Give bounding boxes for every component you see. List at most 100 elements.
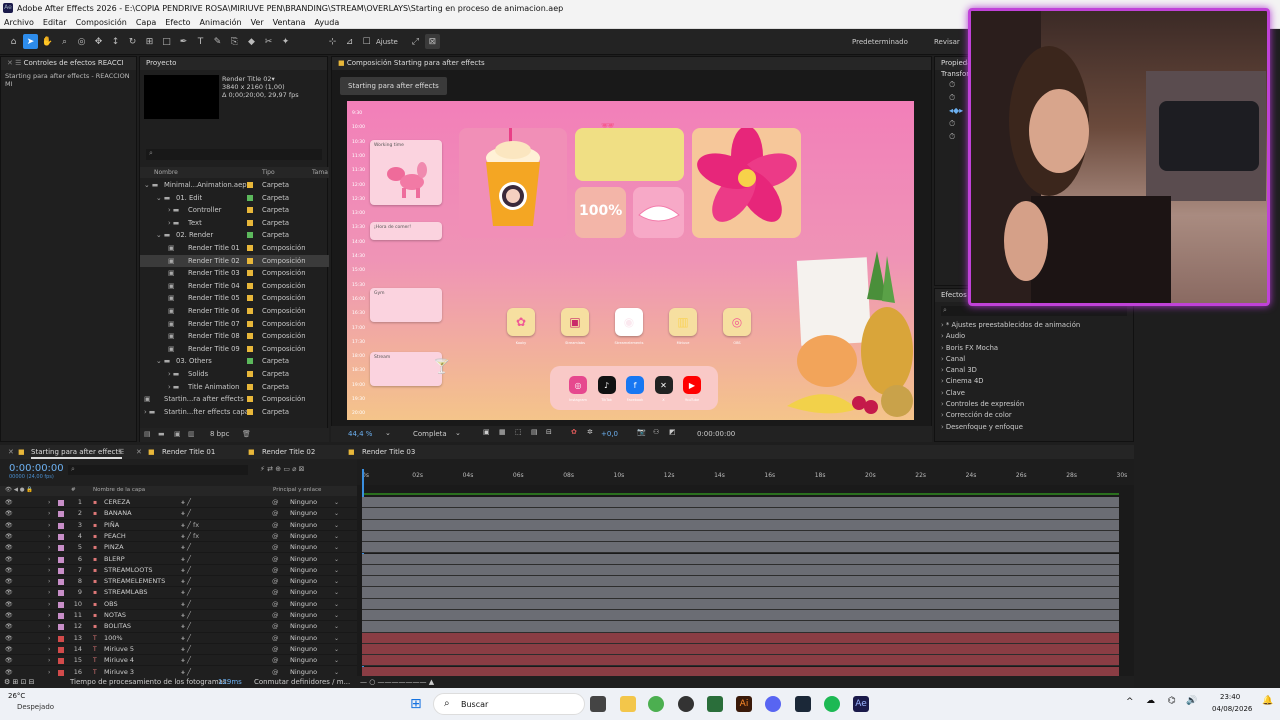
visibility-eye-icon[interactable]: 👁 (5, 520, 13, 531)
composition-viewer[interactable]: 9:30 10:00 10:30 11:00 11:30 12:00 12:30 13:00 1… (347, 101, 914, 420)
region-icon[interactable]: ▣ (483, 428, 490, 436)
project-item[interactable]: › ▬ Text Carpeta (140, 217, 329, 230)
project-tab[interactable]: Proyecto (140, 57, 327, 70)
expand-chevron-icon[interactable]: › (48, 542, 50, 553)
effects-category[interactable]: › Canal (935, 354, 1133, 365)
effects-category[interactable]: › Corrección de color (935, 410, 1133, 421)
weather-temp[interactable]: 26°C (8, 692, 25, 700)
layer-duration-bar[interactable] (362, 564, 1119, 577)
parent-select[interactable]: Ninguno (290, 531, 317, 542)
effects-category[interactable]: › Canal 3D (935, 365, 1133, 376)
effects-controls-tab[interactable]: ✕ ☰ Controles de efectos REACCI (1, 57, 136, 70)
project-item[interactable]: ⌄ ▬ 01. Edit Carpeta (140, 192, 329, 205)
tab-menu-icon[interactable]: ☰ (118, 445, 124, 459)
expand-chevron-icon[interactable]: › (48, 621, 50, 632)
pickwhip-icon[interactable]: @ (272, 497, 279, 508)
rotate-tool-icon[interactable]: ↻ (125, 34, 140, 49)
layer-row[interactable]: 👁 › 15 T Miriuve 4 ⚹ ╱ @ Ninguno ⌄ (0, 655, 357, 667)
layer-switches[interactable]: ⚹ ╱ (181, 644, 191, 655)
close-tab-icon[interactable]: ✕ (8, 445, 14, 459)
expand-chevron-icon[interactable]: › (48, 644, 50, 655)
parent-select[interactable]: Ninguno (290, 599, 317, 610)
project-item-color[interactable] (247, 182, 253, 188)
visibility-eye-icon[interactable]: 👁 (5, 633, 13, 644)
expand-chevron-icon[interactable]: › (48, 610, 50, 621)
expand-chevron-icon[interactable]: › (48, 531, 50, 542)
layer-name[interactable]: CEREZA (104, 497, 130, 508)
layer-duration-bar[interactable] (362, 576, 1119, 588)
effects-category[interactable]: › * Ajustes preestablecidos de animación (935, 320, 1133, 331)
layer-label-color[interactable] (58, 511, 64, 518)
layer-switches[interactable]: ⚹ ╱ (181, 576, 191, 587)
visibility-eye-icon[interactable]: 👁 (5, 621, 13, 632)
workspace-default[interactable]: Predeterminado (852, 38, 908, 46)
layer-name[interactable]: BOLITAS (104, 621, 131, 632)
layer-row[interactable]: 👁 › 4 ▪ PEACH ⚹ ╱ fx @ Ninguno ⌄ (0, 531, 357, 543)
pickwhip-icon[interactable]: @ (272, 576, 279, 587)
parent-chevron-icon[interactable]: ⌄ (334, 599, 339, 610)
project-item[interactable]: › ▬ Solids Carpeta (140, 368, 329, 381)
layer-name[interactable]: BANANA (104, 508, 132, 519)
taskbar-search[interactable]: ⌕ Buscar (433, 693, 585, 715)
layer-label-color[interactable] (58, 669, 64, 676)
pickwhip-icon[interactable]: @ (272, 644, 279, 655)
layer-label-color[interactable] (58, 522, 64, 529)
visibility-eye-icon[interactable]: 👁 (5, 508, 13, 519)
layer-duration-bar[interactable] (362, 553, 1119, 565)
color-channels-icon[interactable]: ✿ (571, 428, 577, 436)
layer-row[interactable]: 👁 › 3 ▪ PIÑA ⚹ ╱ fx @ Ninguno ⌄ (0, 520, 357, 531)
visibility-eye-icon[interactable]: 👁 (5, 497, 13, 508)
layer-row[interactable]: 👁 › 5 ▪ PINZA ⚹ ╱ @ Ninguno ⌄ (0, 542, 357, 554)
menu-item[interactable]: Ver (251, 18, 264, 27)
project-item[interactable]: ⌄ ▬ Minimal...Animation.aep Carpeta (140, 179, 329, 192)
parent-chevron-icon[interactable]: ⌄ (334, 644, 339, 655)
snap-checkbox[interactable]: ☐ (359, 34, 374, 49)
layer-label-color[interactable] (58, 635, 64, 642)
timeline-search-input[interactable]: ⌕ (68, 465, 248, 475)
weather-desc[interactable]: Despejado (17, 703, 54, 711)
layer-row[interactable]: 👁 › 16 T Miriuve 3 ⚹ ╱ @ Ninguno ⌄ (0, 667, 357, 677)
rectangle-tool-icon[interactable]: □ (159, 34, 174, 49)
pan-tool-icon[interactable]: ✥ (91, 34, 106, 49)
zoom-chevron-icon[interactable]: ⌄ (385, 429, 391, 437)
parent-select[interactable]: Ninguno (290, 520, 317, 531)
layer-row[interactable]: 👁 › 2 ▪ BANANA ⚹ ╱ @ Ninguno ⌄ (0, 508, 357, 520)
visibility-eye-icon[interactable]: 👁 (5, 610, 13, 621)
layer-switches[interactable]: ⚹ ╱ fx (181, 531, 199, 542)
file-explorer-icon[interactable] (620, 696, 636, 712)
layer-label-color[interactable] (58, 646, 64, 653)
parent-chevron-icon[interactable]: ⌄ (334, 576, 339, 587)
effects-search-input[interactable]: ⌕ (941, 306, 1127, 316)
layer-name[interactable]: Miriuve 5 (104, 644, 134, 655)
layer-duration-bar[interactable] (362, 530, 1119, 543)
project-item-color[interactable] (247, 333, 253, 340)
layer-duration-bar[interactable] (362, 666, 1119, 676)
project-item-color[interactable] (247, 194, 253, 201)
project-search-input[interactable]: ⌕ (146, 149, 322, 160)
expand-chevron-icon[interactable]: › (48, 667, 50, 677)
expand-chevron-icon[interactable]: › (48, 520, 50, 531)
menu-item[interactable]: Ayuda (315, 18, 340, 27)
project-item[interactable]: › ▬ Startin...fter effects capas Carpeta (140, 406, 329, 419)
layer-label-color[interactable] (58, 533, 64, 540)
chrome-icon[interactable] (648, 696, 664, 712)
expand-chevron-icon[interactable]: › (48, 508, 50, 519)
expand-chevron-icon[interactable]: › (48, 565, 50, 576)
layer-label-color[interactable] (58, 545, 64, 552)
project-item-color[interactable] (247, 408, 253, 415)
menu-item[interactable]: Capa (136, 18, 156, 27)
layer-row[interactable]: 👁 › 8 ▪ STREAMELEMENTS ⚹ ╱ @ Ninguno ⌄ (0, 576, 357, 588)
layer-label-color[interactable] (58, 590, 64, 597)
col-type[interactable]: Tipo (262, 169, 275, 176)
tray-cloud-icon[interactable]: ☁ (1146, 696, 1155, 706)
comp-timecode[interactable]: 0:00:00:00 (697, 430, 735, 438)
menu-item[interactable]: Composición (76, 18, 127, 27)
visibility-eye-icon[interactable]: 👁 (5, 576, 13, 587)
app-icon-green[interactable] (707, 696, 723, 712)
layer-row[interactable]: 👁 › 10 ▪ OBS ⚹ ╱ @ Ninguno ⌄ (0, 599, 357, 610)
project-item[interactable]: ▣ Render Title 02 Composición (140, 254, 329, 268)
snap-grid2-icon[interactable]: ⊠ (424, 34, 440, 49)
time-ruler[interactable]: 0s 02s 04s 06s 08s 10s 12s 14s 16s 18s 20s 22s 24s 26… (357, 459, 1134, 485)
menu-item[interactable]: Editar (43, 18, 67, 27)
layer-switches[interactable]: ⚹ ╱ (181, 667, 191, 677)
